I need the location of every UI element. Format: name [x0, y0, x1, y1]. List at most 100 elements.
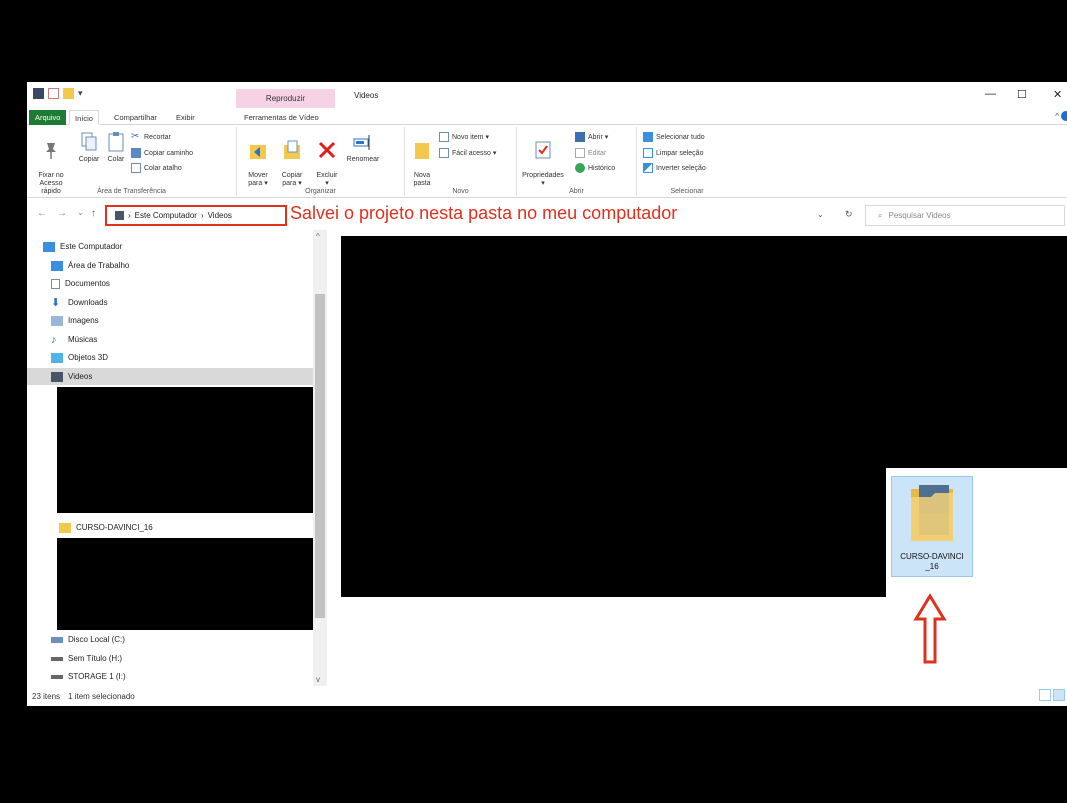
- music-icon: ♪: [51, 333, 57, 346]
- history-button[interactable]: Histórico: [575, 163, 615, 173]
- search-input[interactable]: ⌕ Pesquisar Videos: [865, 205, 1065, 226]
- ribbon-collapse-icon[interactable]: ^: [1055, 112, 1059, 121]
- breadcrumb[interactable]: › Este Computador › Videos: [105, 205, 287, 226]
- drive-icon: [51, 636, 63, 643]
- rename-button[interactable]: Renomear: [343, 131, 383, 164]
- tab-ferramentas-video[interactable]: Ferramentas de Vídeo: [239, 110, 324, 125]
- videos-icon: [51, 371, 63, 382]
- help-icon[interactable]: [1061, 111, 1067, 121]
- scroll-up-icon[interactable]: ^: [316, 232, 320, 241]
- redacted-content: [341, 236, 1067, 468]
- copy-to-button[interactable]: Copiar para ▾: [277, 131, 307, 188]
- search-icon: ⌕: [878, 210, 883, 220]
- copy-button[interactable]: Copiar: [75, 131, 103, 164]
- group-open: Propriedades ▾ Abrir ▾ Editar Histórico …: [517, 127, 637, 196]
- file-explorer-window: ▾ Reproduzir Videos — ☐ ✕ Arquivo Início…: [27, 82, 1067, 706]
- breadcrumb-este-computador[interactable]: Este Computador: [135, 211, 197, 220]
- nav-scrollbar[interactable]: ^ v: [313, 230, 327, 686]
- desktop-icon: [51, 260, 63, 271]
- nav-item-este-computador[interactable]: Este Computador: [43, 238, 122, 255]
- paste-shortcut-icon: [131, 163, 141, 173]
- new-folder-icon[interactable]: [63, 88, 74, 99]
- new-folder-button[interactable]: Nova pasta: [409, 131, 435, 188]
- select-none-button[interactable]: Limpar seleção: [643, 148, 703, 158]
- nav-item-storage[interactable]: STORAGE 1 (I:): [51, 668, 126, 685]
- address-row: ← → ⌄ ↑ › Este Computador › Videos Salve…: [27, 200, 1067, 228]
- history-icon: [575, 163, 585, 173]
- objects3d-icon: [51, 352, 63, 363]
- nav-item-videos[interactable]: Videos: [27, 368, 313, 385]
- new-item-icon: [439, 132, 449, 142]
- easy-access-button[interactable]: Fácil acesso ▾: [439, 148, 496, 158]
- edit-button[interactable]: Editar: [575, 148, 606, 158]
- easy-access-icon: [439, 148, 449, 158]
- copy-path-button[interactable]: Copiar caminho: [131, 148, 193, 158]
- paste-button[interactable]: Colar: [103, 131, 129, 164]
- pin-quick-access-button[interactable]: Fixar no Acesso rápido: [31, 131, 71, 196]
- refresh-button[interactable]: ↻: [845, 209, 853, 220]
- group-organize: Mover para ▾ Copiar para ▾ Excluir ▾ Ren…: [237, 127, 405, 196]
- copy-icon: [81, 132, 97, 151]
- nav-item-downloads[interactable]: ⬇ Downloads: [51, 294, 108, 311]
- breadcrumb-videos[interactable]: Videos: [208, 211, 232, 220]
- context-tab-reproduzir[interactable]: Reproduzir: [236, 89, 335, 108]
- quick-access-toolbar: ▾: [33, 88, 84, 99]
- nav-item-imagens[interactable]: Imagens: [51, 312, 99, 329]
- customize-qat-icon[interactable]: ▾: [78, 88, 84, 99]
- pin-icon: [46, 143, 56, 159]
- delete-icon: [318, 141, 336, 159]
- close-button[interactable]: ✕: [1053, 88, 1062, 101]
- documents-icon: [51, 278, 60, 289]
- details-view-icon[interactable]: [1039, 689, 1051, 701]
- maximize-button[interactable]: ☐: [1017, 88, 1027, 101]
- folder-icon: [59, 522, 71, 533]
- nav-item-curso-davinci[interactable]: CURSO-DAVINCI_16: [59, 519, 153, 536]
- window-title: Videos: [354, 91, 379, 100]
- scrollbar-thumb[interactable]: [315, 294, 325, 618]
- redacted-content: [341, 468, 886, 597]
- status-item-count: 23 itens: [32, 691, 61, 701]
- minimize-button[interactable]: —: [985, 88, 996, 100]
- select-all-icon: [643, 132, 653, 142]
- large-icons-view-icon[interactable]: [1053, 689, 1065, 701]
- tab-compartilhar[interactable]: Compartilhar: [109, 110, 162, 125]
- group-select: Selecionar tudo Limpar seleção Inverter …: [637, 127, 737, 196]
- status-selected: 1 item selecionado: [68, 691, 135, 701]
- nav-item-documentos[interactable]: Documentos: [51, 275, 110, 292]
- properties-icon[interactable]: [48, 88, 59, 99]
- nav-item-disco-local[interactable]: Disco Local (C:): [51, 631, 125, 648]
- cut-button[interactable]: ✂ Recortar: [131, 132, 171, 142]
- paste-shortcut-button[interactable]: Colar atalho: [131, 163, 182, 173]
- invert-selection-button[interactable]: Inverter seleção: [643, 163, 706, 173]
- nav-item-musicas[interactable]: ♪ Músicas: [51, 331, 97, 348]
- new-item-button[interactable]: Novo item ▾: [439, 132, 489, 142]
- folder-with-preview-icon: [911, 485, 953, 541]
- recent-locations-button[interactable]: ⌄: [77, 208, 84, 217]
- address-dropdown-button[interactable]: ⌄: [817, 210, 824, 219]
- annotation-arrow-icon: [913, 593, 947, 664]
- delete-button[interactable]: Excluir ▾: [313, 131, 341, 188]
- scissors-icon: ✂: [131, 131, 140, 142]
- tab-arquivo[interactable]: Arquivo: [29, 110, 67, 125]
- up-button[interactable]: ↑: [91, 208, 96, 219]
- ribbon: Fixar no Acesso rápido Copiar Colar ✂ Re…: [27, 125, 1067, 198]
- open-button[interactable]: Abrir ▾: [575, 132, 608, 142]
- forward-button[interactable]: →: [57, 208, 67, 219]
- group-label-select: Selecionar: [670, 188, 704, 195]
- drive-icon: [51, 656, 63, 661]
- nav-item-area-de-trabalho[interactable]: Área de Trabalho: [51, 257, 129, 274]
- back-button[interactable]: ←: [37, 208, 47, 219]
- tab-exibir[interactable]: Exibir: [171, 110, 200, 125]
- move-to-button[interactable]: Mover para ▾: [243, 131, 273, 188]
- folder-tile-curso-davinci[interactable]: CURSO-DAVINCI _16: [891, 476, 973, 577]
- tab-inicio[interactable]: Início: [69, 110, 99, 125]
- select-all-button[interactable]: Selecionar tudo: [643, 132, 705, 142]
- breadcrumb-separator: ›: [200, 211, 204, 220]
- properties-button[interactable]: Propriedades ▾: [521, 131, 565, 188]
- nav-item-objetos-3d[interactable]: Objetos 3D: [51, 349, 108, 366]
- scroll-down-icon[interactable]: v: [316, 675, 320, 684]
- nav-item-sem-titulo[interactable]: Sem Título (H:): [51, 650, 122, 667]
- view-toggle: [1039, 689, 1065, 701]
- breadcrumb-separator: ›: [128, 211, 131, 220]
- ribbon-tabs: Arquivo Início Compartilhar Exibir Ferra…: [27, 108, 1067, 125]
